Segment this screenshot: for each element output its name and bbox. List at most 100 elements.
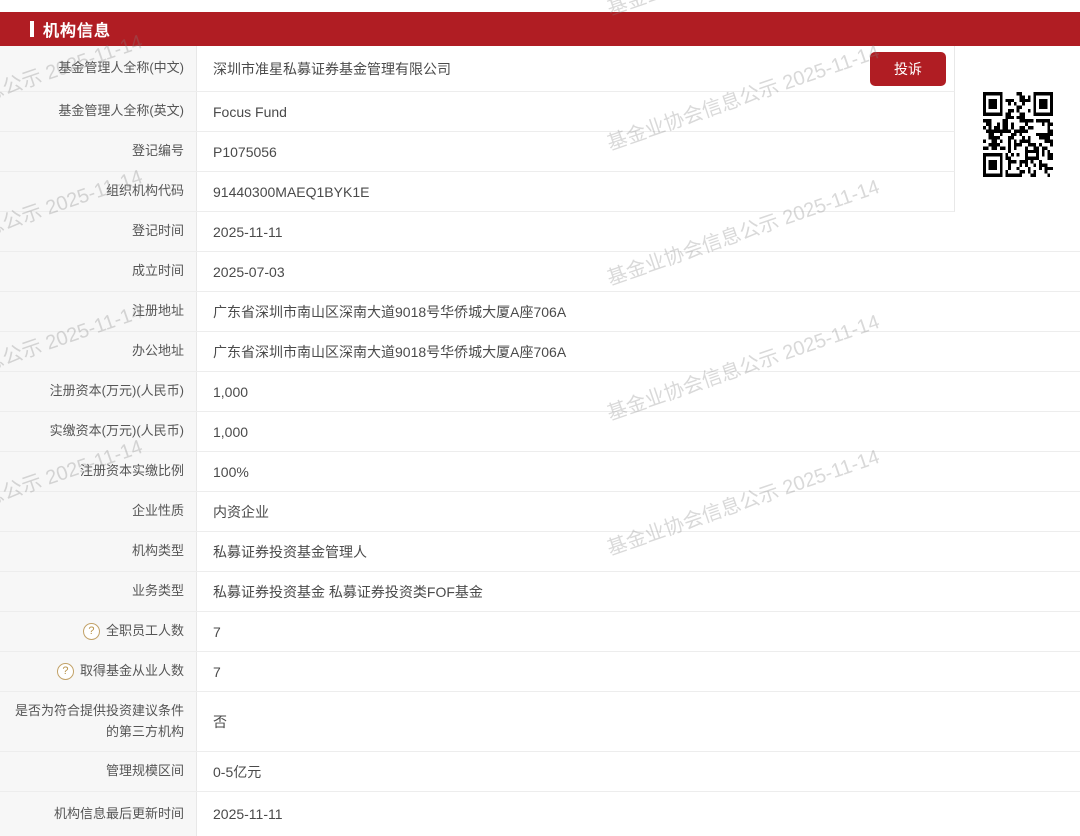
row-label-text: 实缴资本(万元)(人民币) bbox=[49, 423, 184, 439]
section-header: 机构信息 bbox=[0, 12, 1080, 46]
row-label-text: 企业性质 bbox=[131, 503, 184, 519]
row-label: 注册资本(万元)(人民币) bbox=[0, 372, 197, 411]
row-label-text: 登记编号 bbox=[131, 143, 184, 159]
row-label-text: 全职员工人数 bbox=[105, 623, 184, 639]
row-value: 7 bbox=[197, 612, 1080, 651]
row-label: 注册地址 bbox=[0, 292, 197, 331]
table-row: ? 取得基金从业人数 7 bbox=[0, 652, 1080, 692]
row-value-text: 2025-07-03 bbox=[213, 263, 285, 280]
row-value: Focus Fund bbox=[197, 92, 954, 131]
row-value-text: 内资企业 bbox=[213, 503, 269, 520]
row-value: 否 bbox=[197, 692, 1080, 751]
row-label-text: 组织机构代码 bbox=[105, 183, 184, 199]
row-value: 2025-07-03 bbox=[197, 252, 1080, 291]
row-value: 1,000 bbox=[197, 412, 1080, 451]
row-label-text: 基金管理人全称(中文) bbox=[58, 60, 184, 76]
row-label: 基金管理人全称(英文) bbox=[0, 92, 197, 131]
row-value-text: 私募证券投资基金管理人 bbox=[213, 543, 367, 560]
row-label-text: 管理规模区间 bbox=[105, 763, 184, 779]
row-label: 基金管理人全称(中文) bbox=[0, 46, 197, 91]
row-label: ? 全职员工人数 bbox=[0, 612, 197, 651]
row-label: 机构信息最后更新时间 bbox=[0, 792, 197, 836]
qr-code bbox=[983, 92, 1053, 177]
row-value: 深圳市准星私募证券基金管理有限公司 投诉 bbox=[197, 46, 954, 91]
row-value-text: 2025-11-11 bbox=[213, 223, 283, 240]
help-icon[interactable]: ? bbox=[56, 663, 74, 680]
table-row: 注册资本(万元)(人民币) 1,000 bbox=[0, 372, 1080, 412]
table-row: 实缴资本(万元)(人民币) 1,000 bbox=[0, 412, 1080, 452]
row-value-text: 2025-11-11 bbox=[213, 806, 283, 822]
table-row: 基金管理人全称(中文) 深圳市准星私募证券基金管理有限公司 投诉 bbox=[0, 46, 955, 92]
row-label: 实缴资本(万元)(人民币) bbox=[0, 412, 197, 451]
table-row: 注册地址 广东省深圳市南山区深南大道9018号华侨城大厦A座706A bbox=[0, 292, 1080, 332]
row-value: 100% bbox=[197, 452, 1080, 491]
row-label: 管理规模区间 bbox=[0, 752, 197, 791]
row-value: 广东省深圳市南山区深南大道9018号华侨城大厦A座706A bbox=[197, 292, 1080, 331]
row-label-text: 登记时间 bbox=[131, 223, 184, 239]
table-row: 基金管理人全称(英文) Focus Fund bbox=[0, 92, 955, 132]
row-value-text: 1,000 bbox=[213, 383, 249, 400]
row-label-text: 办公地址 bbox=[131, 343, 184, 359]
row-value-text: Focus Fund bbox=[213, 103, 287, 120]
row-value: 7 bbox=[197, 652, 1080, 691]
row-label-text: 业务类型 bbox=[131, 583, 184, 599]
row-value-text: 7 bbox=[213, 623, 221, 640]
help-icon[interactable]: ? bbox=[82, 623, 100, 640]
row-label: 成立时间 bbox=[0, 252, 197, 291]
row-value: 2025-11-11 bbox=[197, 792, 1080, 836]
row-value: P1075056 bbox=[197, 132, 954, 171]
row-value-text: P1075056 bbox=[213, 143, 277, 160]
row-value: 1,000 bbox=[197, 372, 1080, 411]
table-row: 成立时间 2025-07-03 bbox=[0, 252, 1080, 292]
row-value-text: 1,000 bbox=[213, 423, 249, 440]
row-value: 0-5亿元 bbox=[197, 752, 1080, 791]
row-value: 私募证券投资基金管理人 bbox=[197, 532, 1080, 571]
row-label-text: 取得基金从业人数 bbox=[79, 663, 184, 679]
row-value: 内资企业 bbox=[197, 492, 1080, 531]
row-label: 登记时间 bbox=[0, 212, 197, 251]
row-label-text: 机构信息最后更新时间 bbox=[53, 805, 184, 821]
row-label-text: 成立时间 bbox=[131, 263, 184, 279]
row-label-text: 注册资本实缴比例 bbox=[79, 463, 184, 479]
row-value-text: 私募证券投资基金 私募证券投资类FOF基金 bbox=[213, 583, 483, 600]
row-value-text: 广东省深圳市南山区深南大道9018号华侨城大厦A座706A bbox=[213, 343, 567, 360]
row-value-text: 0-5亿元 bbox=[213, 763, 262, 780]
table-row: 机构信息最后更新时间 2025-11-11 bbox=[0, 792, 1080, 836]
table-row: 登记编号 P1075056 bbox=[0, 132, 955, 172]
row-value-text: 100% bbox=[213, 463, 249, 480]
row-value-text: 广东省深圳市南山区深南大道9018号华侨城大厦A座706A bbox=[213, 303, 567, 320]
row-label-text: 注册资本(万元)(人民币) bbox=[49, 383, 184, 399]
row-label-text: 注册地址 bbox=[131, 303, 184, 319]
table-row: 登记时间 2025-11-11 bbox=[0, 212, 1080, 252]
table-row: 业务类型 私募证券投资基金 私募证券投资类FOF基金 bbox=[0, 572, 1080, 612]
row-label: ? 取得基金从业人数 bbox=[0, 652, 197, 691]
institution-info-page: 机构信息 基金管理人全称(中文) 深圳市准星私募证券基金管理有限公司 投诉 基金管理人… bbox=[0, 0, 1080, 836]
row-label: 企业性质 bbox=[0, 492, 197, 531]
table-row: ? 全职员工人数 7 bbox=[0, 612, 1080, 652]
table-row: 组织机构代码 91440300MAEQ1BYK1E bbox=[0, 172, 955, 212]
row-label: 机构类型 bbox=[0, 532, 197, 571]
row-label: 是否为符合提供投资建议条件的第三方机构 bbox=[0, 692, 197, 751]
table-row: 办公地址 广东省深圳市南山区深南大道9018号华侨城大厦A座706A bbox=[0, 332, 1080, 372]
row-value-text: 7 bbox=[213, 663, 221, 680]
page-title: 机构信息 bbox=[43, 23, 112, 40]
row-value-text: 深圳市准星私募证券基金管理有限公司 bbox=[213, 60, 451, 77]
row-value: 2025-11-11 bbox=[197, 212, 1080, 251]
row-value: 广东省深圳市南山区深南大道9018号华侨城大厦A座706A bbox=[197, 332, 1080, 371]
complaint-button[interactable]: 投诉 bbox=[870, 51, 946, 86]
table-row: 管理规模区间 0-5亿元 bbox=[0, 752, 1080, 792]
row-value-text: 否 bbox=[213, 713, 227, 730]
institution-info-table: 基金管理人全称(中文) 深圳市准星私募证券基金管理有限公司 投诉基金管理人全称(英文… bbox=[0, 46, 1080, 836]
row-value: 91440300MAEQ1BYK1E bbox=[197, 172, 954, 211]
row-label-text: 是否为符合提供投资建议条件的第三方机构 bbox=[14, 703, 184, 739]
row-label: 办公地址 bbox=[0, 332, 197, 371]
row-label: 注册资本实缴比例 bbox=[0, 452, 197, 491]
table-row: 是否为符合提供投资建议条件的第三方机构 否 bbox=[0, 692, 1080, 752]
row-value: 私募证券投资基金 私募证券投资类FOF基金 bbox=[197, 572, 1080, 611]
row-label-text: 基金管理人全称(英文) bbox=[58, 103, 184, 119]
row-label: 业务类型 bbox=[0, 572, 197, 611]
title-accent-mark bbox=[30, 21, 34, 37]
row-value-text: 91440300MAEQ1BYK1E bbox=[213, 183, 370, 200]
row-label: 登记编号 bbox=[0, 132, 197, 171]
row-label-text: 机构类型 bbox=[131, 543, 184, 559]
